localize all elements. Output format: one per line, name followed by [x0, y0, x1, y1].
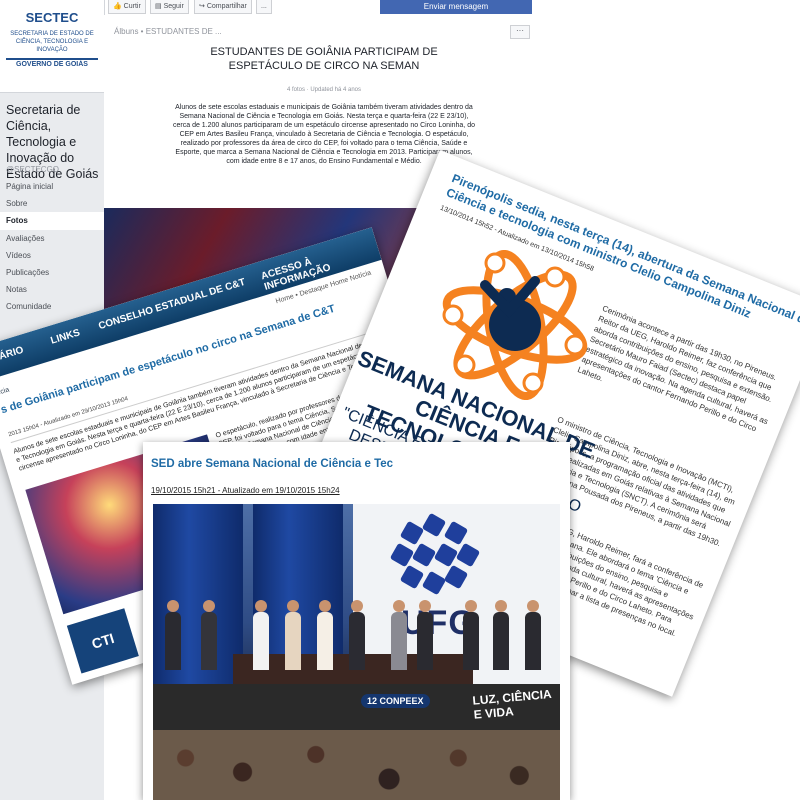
section-label: Notícia [0, 386, 11, 400]
ufg-logo-cell [443, 520, 469, 546]
nav-photos[interactable]: Fotos [0, 212, 104, 230]
person [201, 612, 217, 670]
person [391, 612, 407, 670]
like-label: Curtir [123, 3, 141, 10]
person [525, 612, 541, 670]
person-head [527, 600, 539, 612]
share-button[interactable]: ↪ Compartilhar [194, 0, 252, 14]
person [253, 612, 269, 670]
ufg-logo-cell [399, 564, 425, 590]
follow-button[interactable]: ▤ Seguir [150, 0, 189, 14]
audience [153, 730, 560, 800]
nav-reviews[interactable]: Avaliações [0, 230, 104, 247]
person-head [465, 600, 477, 612]
ufg-logo-cell [421, 512, 447, 538]
person-head [495, 600, 507, 612]
ufg-logo-cell [389, 542, 415, 568]
fb-action-bar: 👍 Curtir ▤ Seguir ↪ Compartilhar ... Env… [104, 0, 800, 14]
icon-dna [544, 266, 566, 288]
person-head [287, 600, 299, 612]
nav-videos[interactable]: Vídeos [0, 247, 104, 264]
ufg-logo-cell [421, 570, 447, 596]
icon-cap [484, 252, 506, 274]
article-date: 19/10/2015 15h21 - Atualizado em 19/10/2… [151, 486, 340, 495]
album-description: Alunos de sete escolas estaduais e munic… [173, 104, 475, 165]
person-head [167, 600, 179, 612]
person [285, 612, 301, 670]
album-breadcrumb[interactable]: Álbuns • ESTUDANTES DE ... [114, 27, 222, 36]
nav-about[interactable]: Sobre [0, 195, 104, 212]
share-label: Compartilhar [206, 3, 247, 10]
logo-title: SECTEC [25, 10, 79, 25]
person [463, 612, 479, 670]
person-head [351, 600, 363, 612]
person [417, 612, 433, 670]
snct-atom-logo [442, 250, 588, 400]
nav-home[interactable]: Página inicial [0, 178, 104, 195]
conpeex-badge: 12 CONPEEX [361, 694, 430, 708]
album-options-button[interactable]: ··· [510, 25, 530, 39]
person [165, 612, 181, 670]
person [349, 612, 365, 670]
page-nav: Página inicial Sobre Fotos Avaliações Ví… [0, 178, 104, 316]
sectec-logo[interactable]: SECTEC SECRETARIA DE ESTADO DE CIÊNCIA, … [0, 0, 105, 93]
ufg-logo-cell [455, 542, 481, 568]
ufg-logo-cell [443, 564, 469, 590]
icon-flask [564, 334, 586, 356]
person [317, 612, 333, 670]
more-button[interactable]: ... [256, 0, 272, 14]
nav-secretario[interactable]: RETÁRIO [0, 345, 25, 369]
ufg-logo-cell [433, 542, 459, 568]
ufg-logo-cell [411, 542, 437, 568]
person-head [203, 600, 215, 612]
album-meta: 4 fotos · Updated há 4 anos [286, 87, 362, 93]
ufg-logo-cell [399, 520, 425, 546]
article-title[interactable]: SED abre Semana Nacional de Ciência e Te… [151, 458, 393, 470]
album-title: ESTUDANTES DE GOIÂNIA PARTICIPAM DE ESPE… [210, 46, 438, 72]
icon-house [442, 304, 464, 326]
logo-subtitle: SECRETARIA DE ESTADO DE CIÊNCIA, TECNOLO… [10, 31, 94, 53]
logo-gov: GOVERNO DE GOIÁS [16, 61, 88, 68]
page-handle[interactable]: @SECTECGO [6, 165, 59, 174]
article-card-sed: SED abre Semana Nacional de Ciência e Te… [143, 442, 570, 800]
cti-logo: CTI [66, 608, 139, 674]
nav-notes[interactable]: Notas [0, 281, 104, 298]
icon-leaf [522, 372, 544, 394]
person-head [419, 600, 431, 612]
person-head [393, 600, 405, 612]
nav-links[interactable]: LINKS [49, 327, 81, 346]
person [493, 612, 509, 670]
person-head [255, 600, 267, 612]
follow-label: Seguir [163, 3, 184, 10]
event-photo[interactable]: UFG 12 CONPEEX LUZ, CIÊNCIA E VIDA [153, 504, 560, 800]
icon-wheelchair [454, 354, 476, 376]
send-message-button[interactable]: Enviar mensagem [380, 0, 532, 14]
person-head [319, 600, 331, 612]
like-button[interactable]: 👍 Curtir [108, 0, 146, 14]
nav-posts[interactable]: Publicações [0, 264, 104, 281]
